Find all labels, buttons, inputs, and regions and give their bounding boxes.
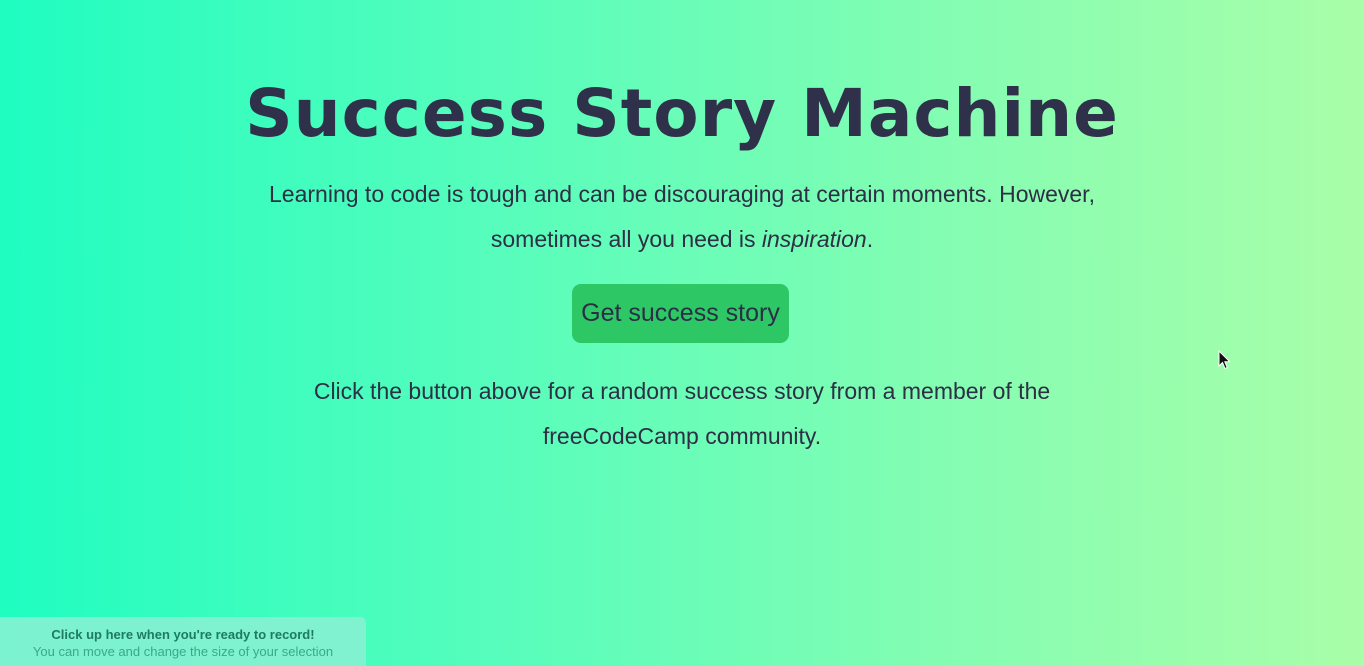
intro-text-start: Learning to code is tough and can be dis… — [269, 181, 1095, 252]
intro-text: Learning to code is tough and can be dis… — [252, 172, 1112, 262]
get-success-story-button[interactable]: Get success story — [572, 284, 789, 343]
record-banner[interactable]: Click up here when you're ready to recor… — [0, 617, 366, 666]
record-banner-subtitle: You can move and change the size of your… — [32, 644, 334, 659]
page-title: Success Story Machine — [245, 75, 1119, 152]
hint-text: Click the button above for a random succ… — [313, 378, 1051, 449]
intro-emphasis: inspiration — [761, 226, 867, 252]
mouse-pointer-icon — [1218, 349, 1232, 370]
record-banner-title: Click up here when you're ready to recor… — [51, 627, 315, 642]
intro-text-end: . — [866, 226, 874, 252]
